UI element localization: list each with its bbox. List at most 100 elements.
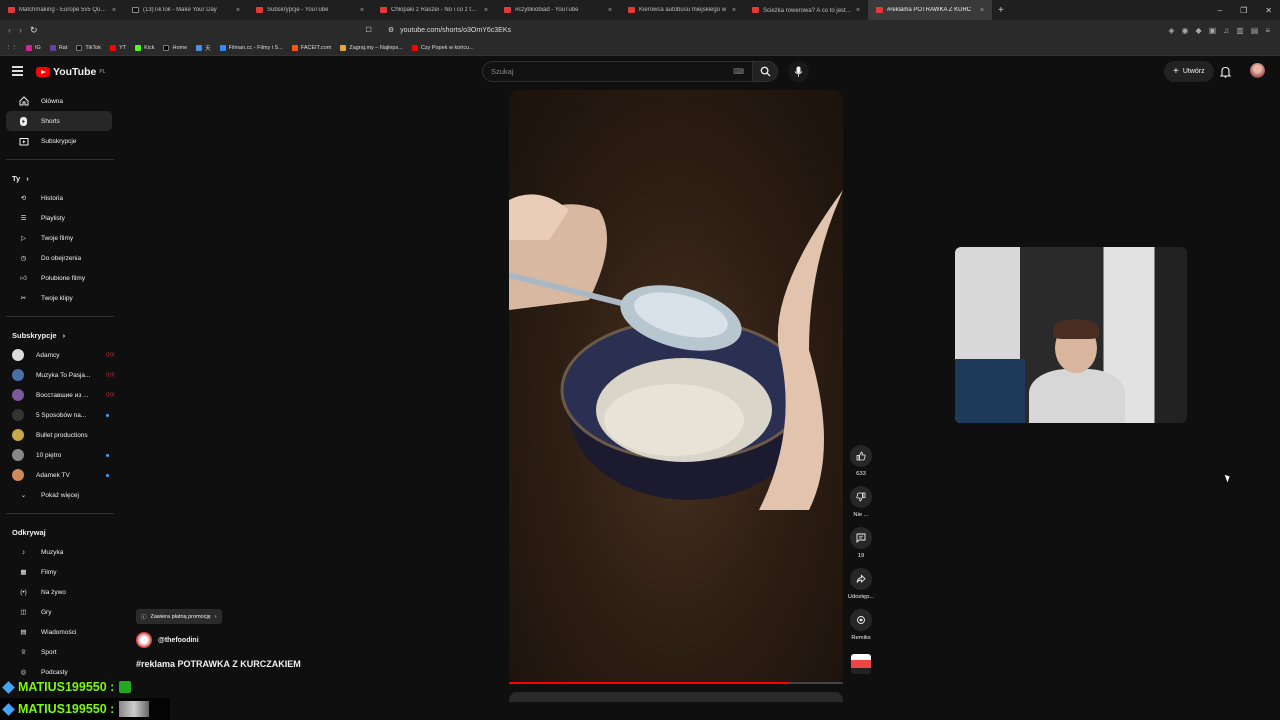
like-action[interactable]: 633 — [843, 445, 879, 478]
like-button[interactable] — [850, 445, 872, 467]
channel-avatar[interactable] — [136, 632, 152, 648]
extension-icon[interactable]: ♫ — [1223, 26, 1229, 35]
subscription-item[interactable]: Bullet productions — [0, 425, 118, 445]
bookmark-item[interactable]: Zagraj.my – Najleps... — [340, 44, 403, 51]
url-field[interactable]: ☐ ⚙ youtube.com/shorts/o3OmY6c3EKs — [366, 26, 511, 35]
apps-icon[interactable]: ⋮⋮ — [6, 45, 17, 51]
bookmark-item[interactable]: 天 — [196, 44, 211, 52]
site-info-icon[interactable]: ⚙ — [388, 26, 394, 34]
bookmark-item[interactable]: IG — [26, 44, 41, 51]
account-avatar[interactable] — [1250, 63, 1265, 78]
subscription-item[interactable]: Adamek TV — [0, 465, 118, 485]
close-icon[interactable]: × — [360, 7, 364, 14]
menu-icon[interactable]: ≡ — [1265, 26, 1270, 35]
remix-action[interactable]: Remiks — [843, 609, 879, 642]
bookmark-item[interactable]: YT — [110, 44, 126, 51]
next-short-preview[interactable] — [509, 692, 843, 702]
browser-tab[interactable]: Ścieżka rowerowa? A co to jest? 😬 × — [744, 0, 868, 20]
sidebar-item-movies[interactable]: ▦ Filmy — [6, 562, 112, 582]
show-more-button[interactable]: ⌄ Pokaż więcej — [6, 485, 112, 505]
close-icon[interactable]: × — [236, 7, 240, 14]
browser-tab[interactable]: Subskrypcje - YouTube × — [248, 0, 372, 20]
chevron-down-icon: ⌄ — [20, 492, 27, 499]
subscription-item[interactable]: Muzyka To Pasja... ((•)) — [0, 365, 118, 385]
sidebar-item-watch-later[interactable]: ◷ Do obejrzenia — [6, 248, 112, 268]
browser-tab[interactable]: #czybkiobiad - YouTube × — [496, 0, 620, 20]
menu-icon[interactable] — [12, 66, 23, 76]
reload-icon[interactable]: ↻ — [30, 25, 38, 36]
bookmark-item[interactable]: Rat — [49, 44, 67, 51]
new-tab-icon[interactable]: + — [992, 5, 1010, 16]
channel-handle[interactable]: @thefoodini — [158, 637, 199, 644]
browser-tab-active[interactable]: #reklama POTRAWKA Z KURC × — [868, 0, 992, 20]
sidebar-item-your-videos[interactable]: ▷ Twoje filmy — [6, 228, 112, 248]
close-icon[interactable]: × — [980, 7, 984, 14]
sidebar-item-music[interactable]: ♪ Muzyka — [6, 542, 112, 562]
bookmark-item[interactable]: Home — [163, 44, 187, 51]
back-icon[interactable]: ‹ — [8, 25, 11, 35]
sidebar-item-sport[interactable]: ♕ Sport — [6, 642, 112, 662]
browser-tab[interactable]: Matchmaking - Europe 5v5 Queue - × — [0, 0, 124, 20]
extension-icon[interactable]: ◈ — [1168, 26, 1174, 35]
sidebar-item-gaming[interactable]: ◫ Gry — [6, 602, 112, 622]
search-input[interactable]: Szukaj ⌨ — [482, 61, 752, 82]
sidebar-item-home[interactable]: Główna — [6, 91, 112, 111]
bookmark-icon[interactable]: ☐ — [366, 26, 372, 34]
comments-action[interactable]: 19 — [843, 527, 879, 560]
browser-tab[interactable]: (13)TikTok - Make Your Day × — [124, 0, 248, 20]
restore-icon[interactable]: ❐ — [1240, 6, 1247, 15]
dislike-action[interactable]: Nie ... — [843, 486, 879, 519]
sidebar-heading-subscriptions[interactable]: Subskrypcje › — [0, 325, 118, 345]
sidebar-item-live[interactable]: (•) Na żywo — [6, 582, 112, 602]
extension-icon[interactable]: ▣ — [1209, 26, 1217, 35]
share-button[interactable] — [850, 568, 872, 590]
bookmark-item[interactable]: FACEIT.com — [291, 44, 331, 51]
search-button[interactable] — [752, 61, 778, 82]
sidebar-heading-you[interactable]: Ty › — [0, 168, 118, 188]
sidebar-item-shorts[interactable]: Shorts — [6, 111, 112, 131]
share-action[interactable]: Udostęp... — [843, 568, 879, 601]
short-video-player[interactable] — [509, 90, 843, 684]
subscription-item[interactable]: Adamcy ((•)) — [0, 345, 118, 365]
sidebar-item-liked[interactable]: 👍︎ Polubione filmy — [6, 268, 112, 288]
create-button[interactable]: + Utwórz — [1164, 61, 1214, 82]
wallet-icon[interactable]: ▤ — [1251, 26, 1259, 35]
close-icon[interactable]: × — [608, 7, 612, 14]
browser-tab[interactable]: Chłopaki z Raszei - No i co z tego - × — [372, 0, 496, 20]
extension-icon[interactable]: ◉ — [1182, 26, 1189, 35]
sidebar-icon[interactable]: ▥ — [1236, 26, 1244, 35]
paid-promotion-badge[interactable]: ⓘ Zawiera płatną promocję › — [136, 609, 222, 624]
comments-button[interactable] — [850, 527, 872, 549]
sidebar-item-subscriptions[interactable]: Subskrypcje — [6, 131, 112, 151]
sound-action[interactable] — [843, 650, 879, 674]
close-icon[interactable]: × — [856, 7, 860, 14]
browser-tab[interactable]: Kierowca autobusu miejskiego w × — [620, 0, 744, 20]
sidebar-item-news[interactable]: ▤ Wiadomości — [6, 622, 112, 642]
sidebar-item-history[interactable]: ⟲ Historia — [6, 188, 112, 208]
channel-info[interactable]: @thefoodini — [136, 632, 199, 648]
extension-icon[interactable]: ◆ — [1195, 26, 1201, 35]
voice-search-button[interactable] — [788, 61, 809, 82]
sound-thumbnail[interactable] — [851, 654, 871, 674]
forward-icon[interactable]: › — [19, 25, 22, 35]
bookmark-item[interactable]: Czy Popek w końcu... — [411, 44, 474, 51]
subscription-item[interactable]: Восставшие из ... ((•)) — [0, 385, 118, 405]
close-icon[interactable]: × — [732, 7, 736, 14]
keyboard-icon[interactable]: ⌨ — [733, 67, 744, 76]
dislike-button[interactable] — [850, 486, 872, 508]
subscription-item[interactable]: 5 Sposobów na... — [0, 405, 118, 425]
notifications-button[interactable] — [1219, 65, 1232, 83]
close-icon[interactable]: × — [112, 7, 116, 14]
remix-button[interactable] — [850, 609, 872, 631]
sidebar-item-playlists[interactable]: ☰ Playlisty — [6, 208, 112, 228]
video-progress-bar[interactable] — [509, 682, 843, 684]
bookmark-item[interactable]: TikTok — [76, 44, 101, 51]
bookmark-item[interactable]: Kick — [135, 44, 154, 51]
youtube-logo[interactable]: YouTube PL — [36, 66, 105, 78]
bookmark-item[interactable]: Filman.cc - Filmy i S... — [219, 44, 283, 51]
sidebar-item-clips[interactable]: ✂ Twoje klipy — [6, 288, 112, 308]
close-window-icon[interactable]: ✕ — [1265, 6, 1272, 15]
subscription-item[interactable]: 10 piętro — [0, 445, 118, 465]
close-icon[interactable]: × — [484, 7, 488, 14]
minimize-icon[interactable]: – — [1218, 6, 1222, 15]
